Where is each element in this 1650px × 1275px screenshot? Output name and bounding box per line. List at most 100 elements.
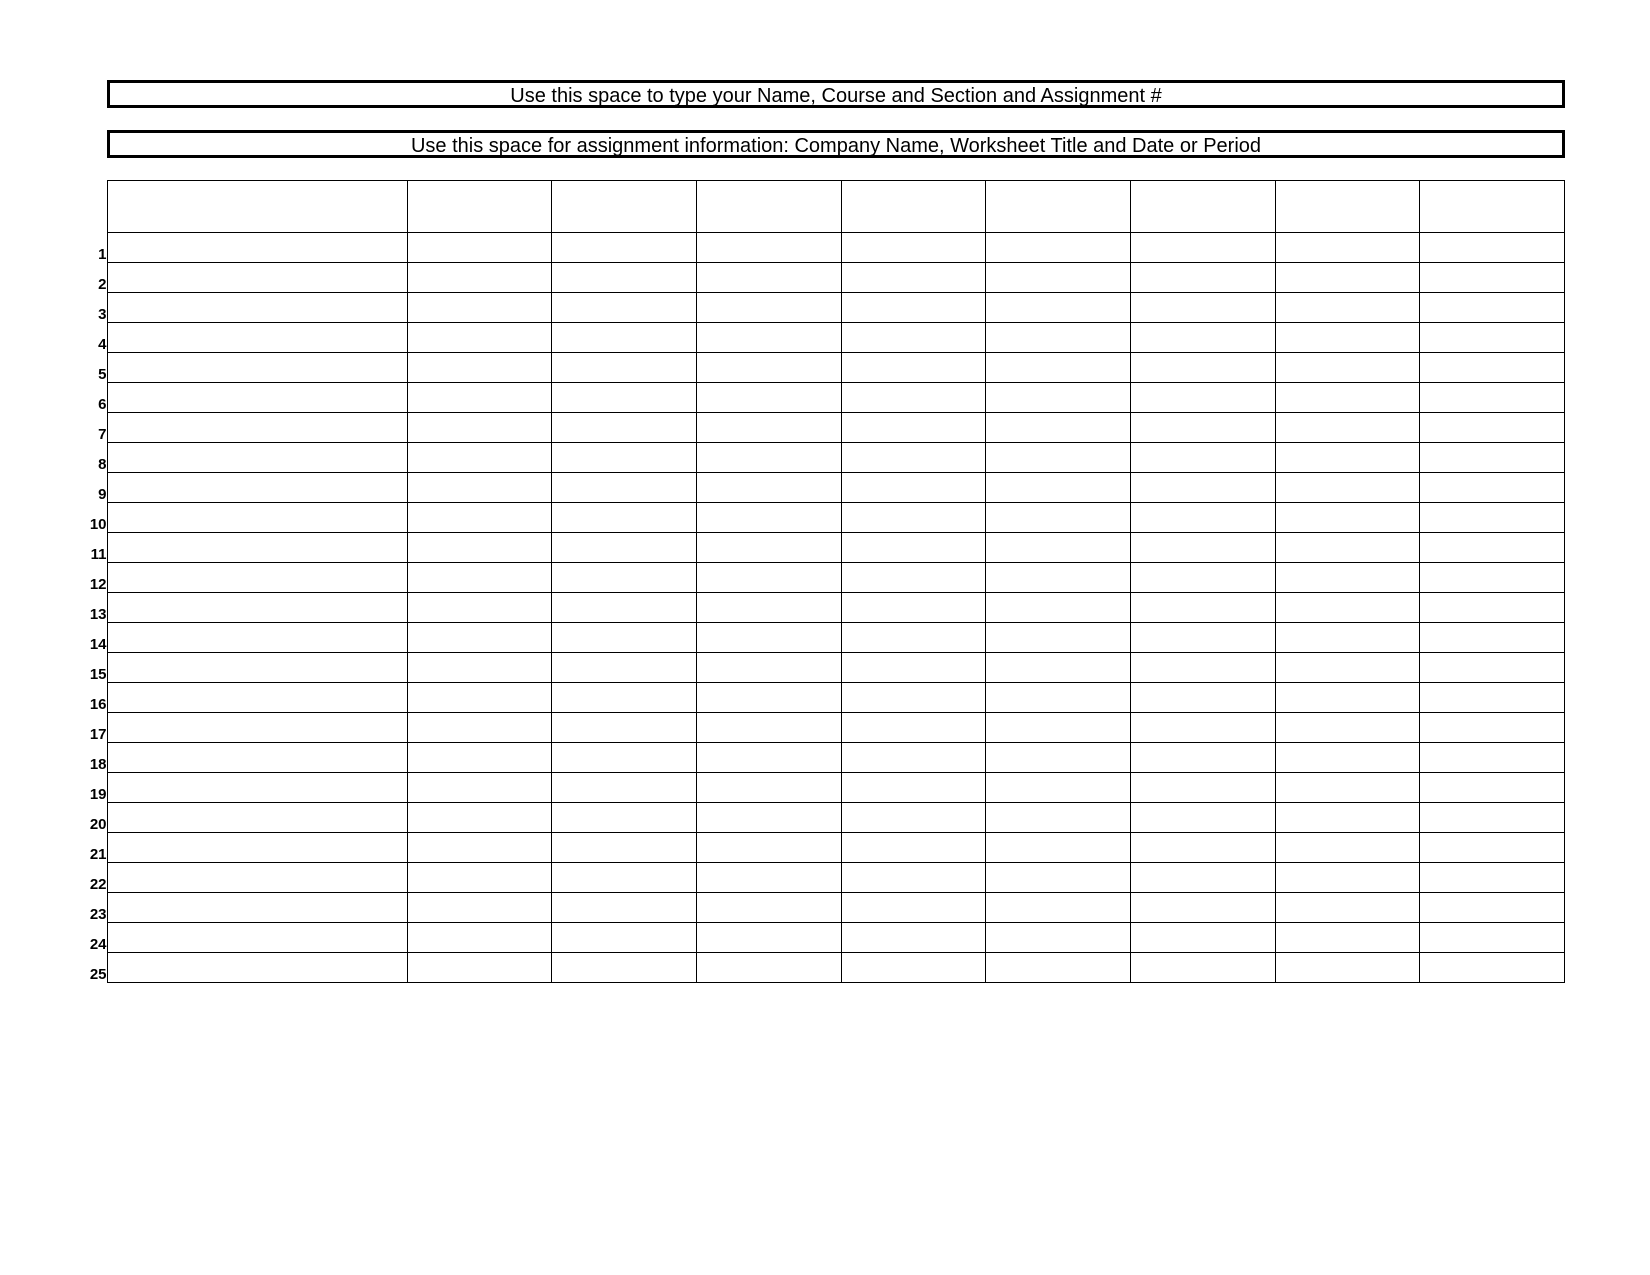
grid-cell[interactable] [1130,503,1275,533]
grid-cell[interactable] [107,713,407,743]
grid-cell[interactable] [696,323,841,353]
grid-cell[interactable] [986,533,1131,563]
grid-cell[interactable] [407,893,552,923]
grid-cell[interactable] [552,233,697,263]
grid-cell[interactable] [107,683,407,713]
grid-cell[interactable] [986,773,1131,803]
grid-cell[interactable] [407,503,552,533]
grid-cell[interactable] [107,473,407,503]
grid-cell[interactable] [696,713,841,743]
grid-cell[interactable] [841,623,986,653]
grid-cell[interactable] [841,893,986,923]
grid-cell[interactable] [696,593,841,623]
grid-cell[interactable] [696,353,841,383]
grid-cell[interactable] [841,323,986,353]
grid-cell[interactable] [696,443,841,473]
grid-cell[interactable] [986,413,1131,443]
grid-cell[interactable] [1420,293,1565,323]
grid-cell[interactable] [107,353,407,383]
grid-cell[interactable] [107,263,407,293]
grid-cell[interactable] [1130,953,1275,983]
grid-cell[interactable] [107,533,407,563]
grid-cell[interactable] [696,533,841,563]
column-header-cell[interactable] [1130,181,1275,233]
grid-cell[interactable] [1420,863,1565,893]
grid-cell[interactable] [1275,863,1420,893]
grid-cell[interactable] [1130,323,1275,353]
grid-cell[interactable] [841,353,986,383]
grid-cell[interactable] [107,773,407,803]
grid-cell[interactable] [1275,833,1420,863]
grid-cell[interactable] [1130,233,1275,263]
grid-cell[interactable] [552,713,697,743]
grid-cell[interactable] [1130,773,1275,803]
grid-cell[interactable] [696,923,841,953]
grid-cell[interactable] [1420,713,1565,743]
grid-cell[interactable] [1275,293,1420,323]
grid-cell[interactable] [407,563,552,593]
grid-cell[interactable] [1420,893,1565,923]
grid-cell[interactable] [841,383,986,413]
grid-cell[interactable] [1420,443,1565,473]
grid-cell[interactable] [986,803,1131,833]
grid-cell[interactable] [407,293,552,323]
grid-cell[interactable] [107,623,407,653]
grid-cell[interactable] [552,293,697,323]
column-header-cell[interactable] [696,181,841,233]
grid-cell[interactable] [407,653,552,683]
grid-cell[interactable] [841,743,986,773]
grid-cell[interactable] [696,893,841,923]
grid-cell[interactable] [407,593,552,623]
grid-cell[interactable] [841,533,986,563]
grid-cell[interactable] [552,473,697,503]
grid-cell[interactable] [986,713,1131,743]
grid-cell[interactable] [696,293,841,323]
grid-cell[interactable] [1130,413,1275,443]
grid-cell[interactable] [986,263,1131,293]
grid-cell[interactable] [552,323,697,353]
grid-cell[interactable] [986,953,1131,983]
grid-cell[interactable] [696,563,841,593]
grid-cell[interactable] [1275,743,1420,773]
grid-cell[interactable] [841,953,986,983]
grid-cell[interactable] [552,383,697,413]
grid-cell[interactable] [696,233,841,263]
grid-cell[interactable] [1130,653,1275,683]
grid-cell[interactable] [696,413,841,443]
grid-cell[interactable] [1275,533,1420,563]
grid-cell[interactable] [552,623,697,653]
grid-cell[interactable] [407,953,552,983]
grid-cell[interactable] [986,893,1131,923]
grid-cell[interactable] [407,443,552,473]
grid-cell[interactable] [1275,713,1420,743]
grid-cell[interactable] [1130,923,1275,953]
grid-cell[interactable] [552,683,697,713]
grid-cell[interactable] [986,353,1131,383]
grid-cell[interactable] [107,443,407,473]
grid-cell[interactable] [1420,413,1565,443]
grid-cell[interactable] [1275,923,1420,953]
grid-cell[interactable] [552,353,697,383]
grid-cell[interactable] [1130,863,1275,893]
grid-cell[interactable] [1420,383,1565,413]
grid-cell[interactable] [407,353,552,383]
grid-cell[interactable] [107,953,407,983]
grid-cell[interactable] [107,563,407,593]
grid-cell[interactable] [107,233,407,263]
grid-cell[interactable] [407,833,552,863]
grid-cell[interactable] [986,473,1131,503]
grid-cell[interactable] [1420,803,1565,833]
grid-cell[interactable] [696,383,841,413]
grid-cell[interactable] [696,953,841,983]
grid-cell[interactable] [986,833,1131,863]
grid-cell[interactable] [841,563,986,593]
grid-cell[interactable] [1130,593,1275,623]
grid-cell[interactable] [107,743,407,773]
grid-cell[interactable] [1275,593,1420,623]
grid-cell[interactable] [696,743,841,773]
grid-cell[interactable] [986,323,1131,353]
grid-cell[interactable] [1275,383,1420,413]
grid-cell[interactable] [407,743,552,773]
grid-cell[interactable] [407,323,552,353]
grid-cell[interactable] [1420,323,1565,353]
